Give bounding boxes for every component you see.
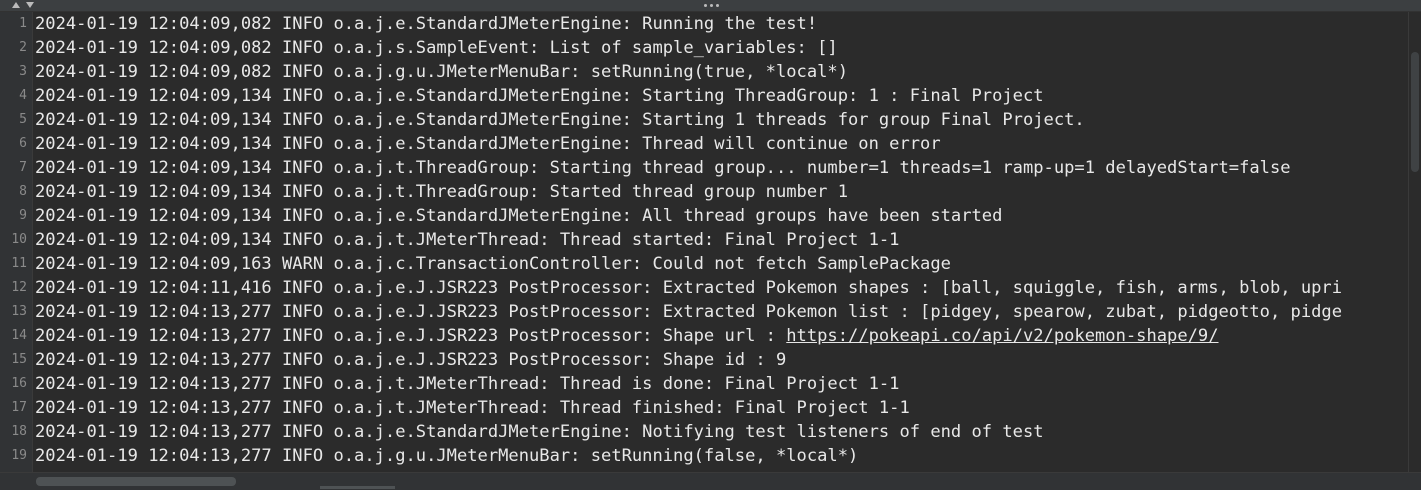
log-line: 15 2024-01-19 12:04:13,277 INFO o.a.j.e.J… (0, 348, 1342, 372)
log-line: 10 2024-01-19 12:04:09,134 INFO o.a.j.t.J… (0, 228, 1342, 252)
log-line: 14 2024-01-19 12:04:13,277 INFO o.a.j.e.J… (0, 324, 1342, 348)
line-number: 16 (11, 376, 27, 391)
line-number: 7 (19, 160, 27, 175)
line-number: 17 (11, 400, 27, 415)
log-line-text: 2024-01-19 12:04:13,277 INFO o.a.j.e.Sta… (32, 420, 1044, 444)
log-line-text: 2024-01-19 12:04:11,416 INFO o.a.j.e.J.J… (32, 276, 1342, 300)
log-line: 6 2024-01-19 12:04:09,134 INFO o.a.j.e.St… (0, 132, 1342, 156)
log-message: 2024-01-19 12:04:09,134 INFO o.a.j.e.Sta… (35, 86, 1044, 106)
line-number: 19 (11, 448, 27, 463)
log-message: 2024-01-19 12:04:13,277 INFO o.a.j.e.J.J… (35, 302, 1342, 322)
log-line-text: 2024-01-19 12:04:13,277 INFO o.a.j.e.J.J… (32, 348, 786, 372)
log-message: 2024-01-19 12:04:13,277 INFO o.a.j.t.JMe… (35, 398, 910, 418)
log-message: 2024-01-19 12:04:13,277 INFO o.a.j.g.u.J… (35, 446, 859, 466)
log-line: 5 2024-01-19 12:04:09,134 INFO o.a.j.e.St… (0, 108, 1342, 132)
log-line-text: 2024-01-19 12:04:13,277 INFO o.a.j.t.JMe… (32, 396, 910, 420)
log-message: 2024-01-19 12:04:13,277 INFO o.a.j.t.JMe… (35, 374, 900, 394)
line-number: 5 (19, 112, 27, 127)
log-line: 3 2024-01-19 12:04:09,082 INFO o.a.j.g.u.… (0, 60, 1342, 84)
log-line-text: 2024-01-19 12:04:09,082 INFO o.a.j.g.u.J… (32, 60, 848, 84)
log-message: 2024-01-19 12:04:09,134 INFO o.a.j.e.Sta… (35, 110, 1085, 130)
horizontal-scrollbar[interactable] (0, 472, 1421, 490)
log-line: 18 2024-01-19 12:04:13,277 INFO o.a.j.e.S… (0, 420, 1342, 444)
line-number: 1 (19, 16, 27, 31)
log-line-text: 2024-01-19 12:04:09,134 INFO o.a.j.e.Sta… (32, 204, 1002, 228)
line-number: 11 (11, 256, 27, 271)
log-line-text: 2024-01-19 12:04:13,277 INFO o.a.j.e.J.J… (32, 324, 1219, 348)
log-message: 2024-01-19 12:04:13,277 INFO o.a.j.e.Sta… (35, 422, 1044, 442)
log-message: 2024-01-19 12:04:09,082 INFO o.a.j.g.u.J… (35, 62, 849, 82)
log-line: 7 2024-01-19 12:04:09,134 INFO o.a.j.t.Th… (0, 156, 1342, 180)
log-message: 2024-01-19 12:04:09,134 INFO o.a.j.t.JMe… (35, 230, 900, 250)
line-number: 3 (19, 64, 27, 79)
line-number: 13 (11, 304, 27, 319)
log-line: 19 2024-01-19 12:04:13,277 INFO o.a.j.g.u… (0, 444, 1342, 468)
log-line: 11 2024-01-19 12:04:09,163 WARN o.a.j.c.T… (0, 252, 1342, 276)
log-viewer-panel: 1 2024-01-19 12:04:09,082 INFO o.a.j.e.St… (0, 0, 1421, 490)
log-line-text: 2024-01-19 12:04:09,134 INFO o.a.j.t.Thr… (32, 180, 848, 204)
line-number: 2 (19, 40, 27, 55)
grip-dot (716, 4, 719, 7)
grip-dot (704, 4, 707, 7)
triangle-up-icon[interactable] (12, 2, 20, 8)
log-line: 16 2024-01-19 12:04:13,277 INFO o.a.j.t.J… (0, 372, 1342, 396)
line-number: 14 (11, 328, 27, 343)
log-line-text: 2024-01-19 12:04:09,082 INFO o.a.j.s.Sam… (32, 36, 838, 60)
line-number: 12 (11, 280, 27, 295)
log-line-text: 2024-01-19 12:04:09,134 INFO o.a.j.t.Thr… (32, 156, 1291, 180)
log-message: 2024-01-19 12:04:09,134 INFO o.a.j.t.Thr… (35, 182, 849, 202)
shape-url-link[interactable]: https://pokeapi.co/api/v2/pokemon-shape/… (786, 326, 1218, 346)
log-line: 12 2024-01-19 12:04:11,416 INFO o.a.j.e.J… (0, 276, 1342, 300)
log-lines: 1 2024-01-19 12:04:09,082 INFO o.a.j.e.St… (0, 12, 1342, 468)
drag-handle-icon[interactable] (704, 4, 719, 7)
log-line: 9 2024-01-19 12:04:09,134 INFO o.a.j.e.St… (0, 204, 1342, 228)
panel-splitter-bar[interactable] (0, 0, 1421, 12)
log-message: 2024-01-19 12:04:09,082 INFO o.a.j.e.Sta… (35, 14, 818, 34)
line-number: 9 (19, 208, 27, 223)
log-line: 2 2024-01-19 12:04:09,082 INFO o.a.j.s.Sa… (0, 36, 1342, 60)
line-number: 8 (19, 184, 27, 199)
log-message: 2024-01-19 12:04:09,134 INFO o.a.j.e.Sta… (35, 134, 941, 154)
log-line-text: 2024-01-19 12:04:09,082 INFO o.a.j.e.Sta… (32, 12, 817, 36)
log-text-area[interactable]: 1 2024-01-19 12:04:09,082 INFO o.a.j.e.St… (0, 12, 1408, 472)
log-line: 4 2024-01-19 12:04:09,134 INFO o.a.j.e.St… (0, 84, 1342, 108)
log-line: 8 2024-01-19 12:04:09,134 INFO o.a.j.t.Th… (0, 180, 1342, 204)
log-message: 2024-01-19 12:04:09,163 WARN o.a.j.c.Tra… (35, 254, 951, 274)
line-number: 18 (11, 424, 27, 439)
line-number: 10 (11, 232, 27, 247)
log-line-text: 2024-01-19 12:04:09,134 INFO o.a.j.e.Sta… (32, 108, 1085, 132)
vertical-scroll-thumb[interactable] (1411, 52, 1419, 172)
log-line-text: 2024-01-19 12:04:13,277 INFO o.a.j.e.J.J… (32, 300, 1342, 324)
log-line: 17 2024-01-19 12:04:13,277 INFO o.a.j.t.J… (0, 396, 1342, 420)
vertical-scrollbar[interactable] (1408, 12, 1421, 472)
log-line-text: 2024-01-19 12:04:09,163 WARN o.a.j.c.Tra… (32, 252, 951, 276)
line-number: 15 (11, 352, 27, 367)
log-line-text: 2024-01-19 12:04:13,277 INFO o.a.j.g.u.J… (32, 444, 858, 468)
grip-dot (710, 4, 713, 7)
log-message: 2024-01-19 12:04:09,082 INFO o.a.j.s.Sam… (35, 38, 838, 58)
log-message: 2024-01-19 12:04:09,134 INFO o.a.j.t.Thr… (35, 158, 1291, 178)
splitter-arrows (12, 2, 34, 8)
log-line-text: 2024-01-19 12:04:09,134 INFO o.a.j.t.JMe… (32, 228, 899, 252)
log-line: 13 2024-01-19 12:04:13,277 INFO o.a.j.e.J… (0, 300, 1342, 324)
log-line-text: 2024-01-19 12:04:13,277 INFO o.a.j.t.JMe… (32, 372, 899, 396)
triangle-down-icon[interactable] (26, 2, 34, 8)
log-line: 1 2024-01-19 12:04:09,082 INFO o.a.j.e.St… (0, 12, 1342, 36)
log-line-text: 2024-01-19 12:04:09,134 INFO o.a.j.e.Sta… (32, 84, 1044, 108)
log-message: 2024-01-19 12:04:11,416 INFO o.a.j.e.J.J… (35, 278, 1342, 298)
log-line-text: 2024-01-19 12:04:09,134 INFO o.a.j.e.Sta… (32, 132, 941, 156)
horizontal-scroll-thumb[interactable] (36, 477, 236, 486)
line-number: 6 (19, 136, 27, 151)
log-message: 2024-01-19 12:04:13,277 INFO o.a.j.e.J.J… (35, 326, 787, 346)
line-number: 4 (19, 88, 27, 103)
log-message: 2024-01-19 12:04:09,134 INFO o.a.j.e.Sta… (35, 206, 1003, 226)
log-message: 2024-01-19 12:04:13,277 INFO o.a.j.e.J.J… (35, 350, 787, 370)
